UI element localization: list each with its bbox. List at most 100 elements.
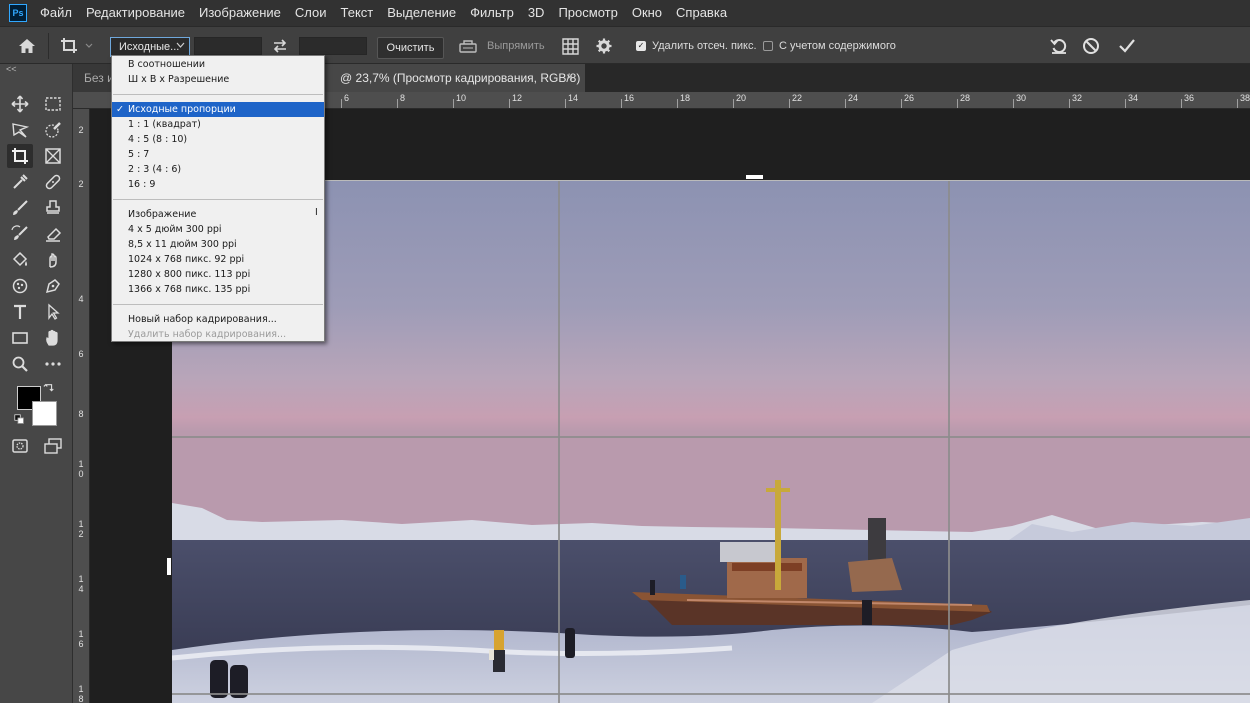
eraser-tool-icon[interactable]: [40, 222, 66, 246]
screen-mode-icon[interactable]: [40, 434, 66, 458]
ruler-label: 1 0: [78, 459, 84, 479]
gear-icon[interactable]: [596, 27, 612, 65]
ratio-dropdown-menu: В соотношении Ш х В х Разрешение ✓ Исход…: [111, 55, 325, 342]
ruler-label: 1 4: [78, 574, 84, 594]
menu-layers[interactable]: Слои: [288, 0, 334, 26]
ruler-tick: [901, 99, 902, 108]
menu-item-1366x768[interactable]: 1366 x 768 пикс. 135 ppi: [112, 282, 324, 297]
menu-bar: Ps Файл Редактирование Изображение Слои …: [0, 0, 1250, 26]
background-color-swatch[interactable]: [32, 401, 57, 426]
tab-untitled[interactable]: Без и: [73, 64, 113, 92]
menu-item-16-9[interactable]: 16 : 9: [112, 177, 324, 192]
ruler-label: 1 8: [78, 684, 84, 703]
menu-separator: [113, 94, 323, 95]
path-selection-tool-icon[interactable]: [40, 300, 66, 324]
ruler-tick: [1181, 99, 1182, 108]
collapse-panel-icon[interactable]: <<: [6, 64, 17, 74]
paint-bucket-tool-icon[interactable]: [7, 248, 33, 272]
ruler-tick: [845, 99, 846, 108]
ruler-label: 8: [78, 409, 84, 419]
commit-check-icon[interactable]: [1118, 27, 1136, 65]
crop-tool-icon[interactable]: [7, 144, 33, 168]
ruler-tick: [1069, 99, 1070, 108]
brush-tool-icon[interactable]: [7, 196, 33, 220]
menu-item-1280x800[interactable]: 1280 x 800 пикс. 113 ppi: [112, 267, 324, 282]
default-colors-icon[interactable]: [12, 412, 26, 426]
menu-item-1024x768[interactable]: 1024 x 768 пикс. 92 ppi: [112, 252, 324, 267]
menu-item-8-5x11-300[interactable]: 8,5 x 11 дюйм 300 ppi: [112, 237, 324, 252]
content-aware-checkbox[interactable]: С учетом содержимого: [763, 27, 896, 65]
sponge-tool-icon[interactable]: [7, 274, 33, 298]
move-tool-icon[interactable]: [7, 92, 33, 116]
menu-item-1-1[interactable]: 1 : 1 (квадрат): [112, 117, 324, 132]
menu-item-4-5[interactable]: 4 : 5 (8 : 10): [112, 132, 324, 147]
quick-selection-tool-icon[interactable]: [40, 118, 66, 142]
zoom-tool-icon[interactable]: [7, 352, 33, 376]
crop-handle-left[interactable]: [167, 558, 171, 575]
swap-colors-icon[interactable]: [42, 382, 56, 396]
menu-image[interactable]: Изображение: [192, 0, 288, 26]
ruler-label: 12: [512, 93, 523, 103]
stamp-tool-icon[interactable]: [40, 196, 66, 220]
menu-help[interactable]: Справка: [669, 0, 734, 26]
document-photo[interactable]: [172, 180, 1250, 703]
cancel-icon[interactable]: [1082, 27, 1100, 65]
menu-separator: [113, 304, 323, 305]
menu-item-wxhxres[interactable]: Ш х В х Разрешение: [112, 72, 324, 87]
ruler-label: 2: [78, 179, 84, 189]
ruler-label: 6: [344, 93, 350, 103]
menu-item-new-preset[interactable]: Новый набор кадрирования...: [112, 312, 324, 327]
frame-tool-icon[interactable]: [40, 144, 66, 168]
menu-3d[interactable]: 3D: [521, 0, 552, 26]
menu-filter[interactable]: Фильтр: [463, 0, 521, 26]
menu-item-2-3[interactable]: 2 : 3 (4 : 6): [112, 162, 324, 177]
lasso-tool-icon[interactable]: [7, 118, 33, 142]
pen-tool-icon[interactable]: [40, 274, 66, 298]
ruler-label: 8: [400, 93, 406, 103]
ruler-tick: [341, 99, 342, 108]
menu-item-ratio[interactable]: В соотношении: [112, 57, 324, 72]
menu-select[interactable]: Выделение: [380, 0, 463, 26]
overlay-grid-icon[interactable]: [562, 27, 579, 65]
healing-brush-tool-icon[interactable]: [40, 170, 66, 194]
quick-mask-icon[interactable]: [7, 434, 33, 458]
menu-separator: [113, 199, 323, 200]
menu-item-delete-preset: Удалить набор кадрирования...: [128, 329, 287, 340]
menu-edit[interactable]: Редактирование: [79, 0, 192, 26]
menu-item-4x5-300[interactable]: 4 x 5 дюйм 300 ppi: [112, 222, 324, 237]
more-tools-icon[interactable]: [40, 352, 66, 376]
height-input[interactable]: [299, 37, 367, 55]
tools-panel: <<: [0, 64, 73, 703]
close-icon[interactable]: ×: [566, 70, 573, 84]
ratio-select-label: Исходные...: [119, 41, 180, 53]
menu-item-image[interactable]: Изображение: [112, 207, 324, 222]
crop-tool-preset-icon[interactable]: [60, 27, 96, 65]
menu-type[interactable]: Текст: [334, 0, 381, 26]
clear-button[interactable]: Очистить: [377, 37, 444, 59]
checkbox-unchecked-icon: [763, 41, 773, 51]
ruler-label: 14: [568, 93, 579, 103]
straighten-icon[interactable]: [458, 27, 478, 65]
smudge-tool-icon[interactable]: [40, 248, 66, 272]
ratio-select[interactable]: Исходные...: [110, 37, 190, 57]
marquee-tool-icon[interactable]: [40, 92, 66, 116]
crop-handle-top[interactable]: [746, 175, 763, 179]
eyedropper-tool-icon[interactable]: [7, 170, 33, 194]
menu-view[interactable]: Просмотр: [551, 0, 624, 26]
history-brush-tool-icon[interactable]: [7, 222, 33, 246]
home-icon[interactable]: [18, 27, 36, 65]
ruler-tick: [1125, 99, 1126, 108]
menu-item-5-7[interactable]: 5 : 7: [112, 147, 324, 162]
reset-icon[interactable]: [1050, 27, 1068, 65]
menu-window[interactable]: Окно: [625, 0, 669, 26]
straighten-label[interactable]: Выпрямить: [487, 27, 545, 65]
rectangle-tool-icon[interactable]: [7, 326, 33, 350]
menu-file[interactable]: Файл: [33, 0, 79, 26]
delete-cropped-checkbox[interactable]: ✓ Удалить отсеч. пикс.: [636, 27, 757, 65]
width-input[interactable]: [194, 37, 262, 55]
type-tool-icon[interactable]: [7, 300, 33, 324]
menu-item-original-ratio[interactable]: ✓ Исходные пропорции: [112, 102, 324, 117]
hand-tool-icon[interactable]: [40, 326, 66, 350]
ruler-tick: [1237, 99, 1238, 108]
checkbox-checked-icon: ✓: [636, 41, 646, 51]
